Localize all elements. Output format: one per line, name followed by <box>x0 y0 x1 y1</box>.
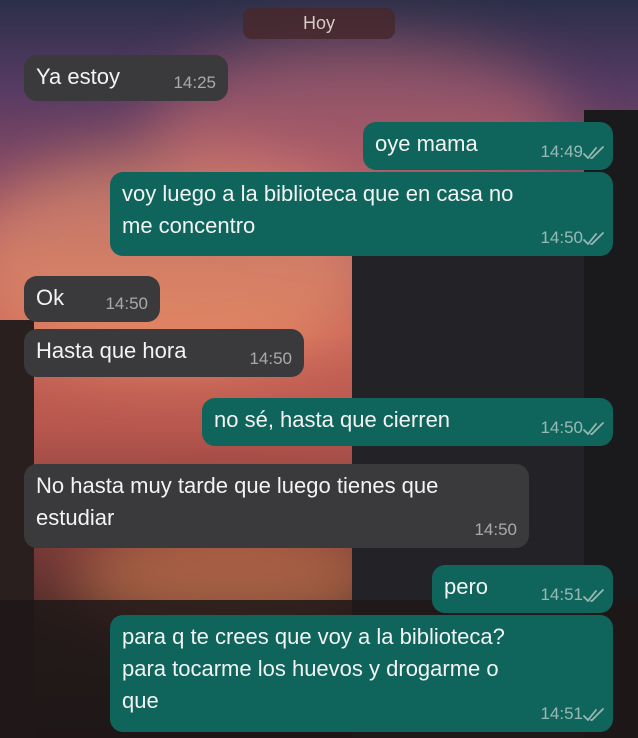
message-timestamp: 14:50 <box>105 294 148 313</box>
message-timestamp: 14:50 <box>474 520 517 539</box>
double-check-icon <box>583 707 605 723</box>
message-timestamp: 14:50 <box>540 418 583 437</box>
double-check-icon <box>583 421 605 437</box>
outgoing-message-bubble[interactable]: oye mama 14:49 <box>363 122 613 170</box>
double-check-icon <box>583 231 605 247</box>
message-text: Ok <box>36 285 65 310</box>
outgoing-message-bubble[interactable]: para q te crees que voy a la biblioteca?… <box>110 615 613 732</box>
message-timestamp: 14:51 <box>540 585 583 604</box>
message-timestamp: 14:50 <box>540 228 583 247</box>
message-text: Hasta que hora <box>36 338 187 363</box>
incoming-message-bubble[interactable]: Ok 14:50 <box>24 276 160 322</box>
message-text: voy luego a la biblioteca que en casa no… <box>122 181 514 238</box>
outgoing-message-bubble[interactable]: no sé, hasta que cierren 14:50 <box>202 398 613 446</box>
message-text: Ya estoy <box>36 64 120 89</box>
message-text: No hasta muy tarde que luego tienes que … <box>36 473 439 530</box>
message-timestamp: 14:25 <box>173 73 216 92</box>
message-text: oye mama <box>375 131 478 156</box>
message-text: pero <box>444 574 489 599</box>
date-separator: Hoy <box>243 8 395 39</box>
message-timestamp: 14:50 <box>249 349 292 368</box>
message-timestamp: 14:51 <box>540 704 583 723</box>
outgoing-message-bubble[interactable]: voy luego a la biblioteca que en casa no… <box>110 172 613 256</box>
incoming-message-bubble[interactable]: Ya estoy 14:25 <box>24 55 228 101</box>
message-timestamp: 14:49 <box>540 142 583 161</box>
incoming-message-bubble[interactable]: Hasta que hora 14:50 <box>24 329 304 377</box>
double-check-icon <box>583 588 605 604</box>
message-text: para q te crees que voy a la biblioteca?… <box>122 624 505 713</box>
incoming-message-bubble[interactable]: No hasta muy tarde que luego tienes que … <box>24 464 529 548</box>
double-check-icon <box>583 145 605 161</box>
message-text: no sé, hasta que cierren <box>214 407 451 432</box>
outgoing-message-bubble[interactable]: pero 14:51 <box>432 565 613 613</box>
